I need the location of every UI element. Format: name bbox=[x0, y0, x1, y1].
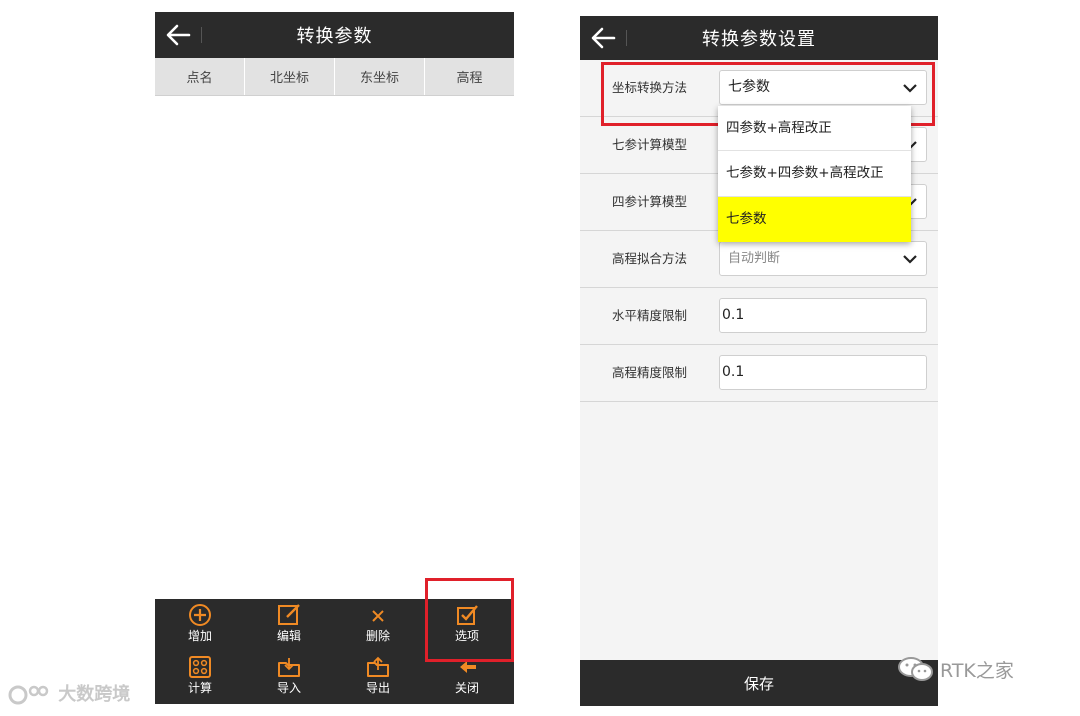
column-header-east[interactable]: 东坐标 bbox=[335, 58, 425, 95]
close-button[interactable]: 关闭 bbox=[427, 655, 507, 701]
close-x-icon bbox=[372, 610, 384, 622]
column-header-north[interactable]: 北坐标 bbox=[245, 58, 335, 95]
field-label: 坐标转换方法 bbox=[612, 80, 688, 95]
watermark-logo-icon bbox=[8, 685, 49, 705]
input-value: 0.1 bbox=[722, 364, 745, 380]
export-label: 导出 bbox=[365, 681, 390, 695]
dropdown-option[interactable]: 七参数+四参数+高程改正 bbox=[718, 151, 911, 197]
settings-row: 高程精度限制 0.1 bbox=[580, 345, 938, 402]
add-label: 增加 bbox=[187, 629, 212, 643]
watermark-text: RTK之家 bbox=[940, 659, 1014, 682]
column-header-elevation[interactable]: 高程 bbox=[425, 58, 514, 95]
input-value: 0.1 bbox=[722, 307, 745, 323]
column-header-point-name[interactable]: 点名 bbox=[155, 58, 245, 95]
page-title: 转换参数 bbox=[296, 26, 373, 47]
compute-label: 计算 bbox=[187, 681, 212, 695]
settings-row: 水平精度限制 0.1 bbox=[580, 288, 938, 345]
page-title: 转换参数设置 bbox=[702, 29, 816, 50]
elevation-fit-method-select[interactable]: 自动判断 bbox=[719, 241, 927, 276]
plus-circle-icon bbox=[189, 604, 211, 626]
field-label: 水平精度限制 bbox=[612, 308, 688, 323]
conversion-params-screen: 转换参数 点名 北坐标 东坐标 高程 增加 编辑 删除 选项 计算 导入 导出 … bbox=[155, 12, 514, 704]
import-folder-icon bbox=[278, 658, 300, 677]
options-button[interactable]: 选项 bbox=[427, 603, 507, 649]
watermark-text: 大数跨境 bbox=[58, 684, 131, 705]
arrow-left-icon bbox=[460, 661, 476, 673]
transform-method-dropdown: 四参数+高程改正 七参数+四参数+高程改正 七参数 bbox=[718, 106, 911, 242]
chevron-down-icon bbox=[903, 84, 917, 93]
back-arrow-icon[interactable] bbox=[588, 23, 618, 53]
compute-button[interactable]: 计算 bbox=[160, 655, 240, 701]
add-button[interactable]: 增加 bbox=[160, 603, 240, 649]
title-divider bbox=[201, 27, 202, 43]
bottom-toolbar: 增加 编辑 删除 选项 计算 导入 导出 关闭 bbox=[155, 599, 514, 704]
edit-icon bbox=[278, 604, 300, 625]
title-divider bbox=[626, 30, 627, 46]
conversion-settings-screen: 转换参数设置 坐标转换方法 七参数 七参计算模型 四参计算模型 高程拟合方法 自… bbox=[580, 16, 938, 706]
edit-button[interactable]: 编辑 bbox=[249, 603, 329, 649]
edit-label: 编辑 bbox=[276, 629, 301, 643]
field-label: 高程拟合方法 bbox=[612, 251, 688, 266]
left-watermark: 大数跨境 bbox=[8, 680, 130, 706]
table-header: 点名 北坐标 东坐标 高程 bbox=[155, 58, 514, 96]
calculator-icon bbox=[189, 656, 211, 678]
delete-button[interactable]: 删除 bbox=[338, 603, 418, 649]
import-label: 导入 bbox=[276, 681, 301, 695]
elevation-precision-input[interactable]: 0.1 bbox=[719, 355, 927, 390]
field-label: 高程精度限制 bbox=[612, 365, 688, 380]
dropdown-option-selected[interactable]: 七参数 bbox=[718, 197, 911, 242]
export-folder-icon bbox=[367, 656, 389, 677]
right-watermark: RTK之家 bbox=[896, 655, 1014, 683]
import-button[interactable]: 导入 bbox=[249, 655, 329, 701]
title-bar: 转换参数 bbox=[155, 12, 514, 58]
back-arrow-icon[interactable] bbox=[163, 20, 193, 50]
wechat-icon bbox=[898, 657, 933, 681]
horizontal-precision-input[interactable]: 0.1 bbox=[719, 298, 927, 333]
select-value: 自动判断 bbox=[728, 251, 781, 266]
dropdown-option[interactable]: 四参数+高程改正 bbox=[718, 96, 911, 151]
checkbox-icon bbox=[457, 605, 478, 625]
title-bar: 转换参数设置 bbox=[580, 16, 938, 60]
field-label: 四参计算模型 bbox=[612, 194, 688, 209]
delete-label: 删除 bbox=[365, 629, 390, 643]
close-label: 关闭 bbox=[454, 681, 479, 695]
export-button[interactable]: 导出 bbox=[338, 655, 418, 701]
field-label: 七参计算模型 bbox=[612, 137, 688, 152]
options-label: 选项 bbox=[454, 629, 479, 643]
save-button[interactable]: 保存 bbox=[580, 660, 938, 706]
chevron-down-icon bbox=[903, 255, 917, 264]
